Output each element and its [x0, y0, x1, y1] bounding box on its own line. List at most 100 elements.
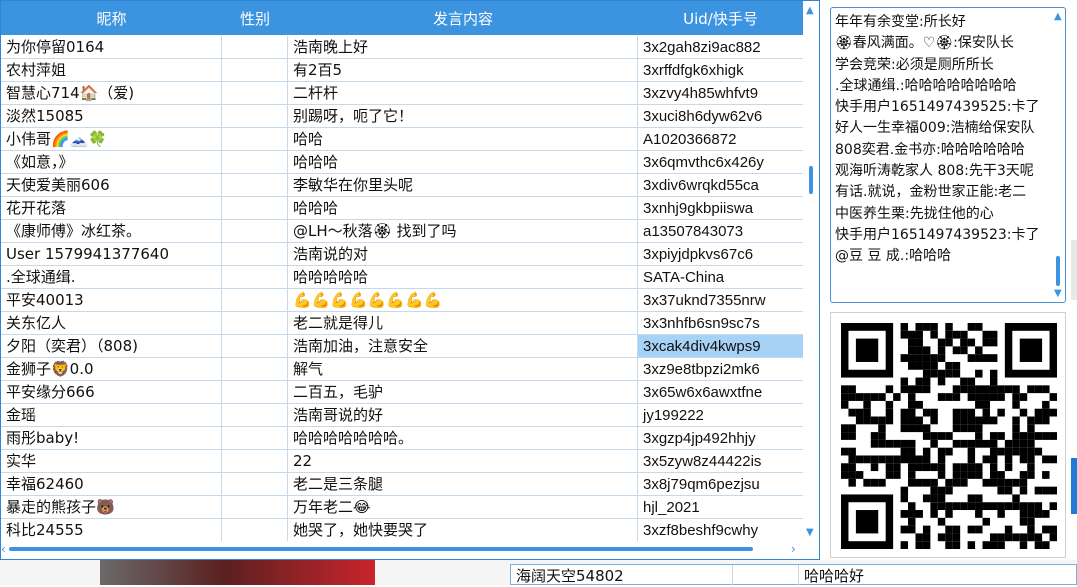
cell-nickname[interactable]: 幸福62460 — [1, 473, 222, 495]
cell-message[interactable]: 浩南哥说的好 — [288, 404, 638, 426]
cell-gender[interactable] — [222, 312, 288, 334]
cell-gender[interactable] — [222, 174, 288, 196]
cell-message[interactable]: 哈哈哈 — [288, 151, 638, 173]
cell-gender[interactable] — [222, 335, 288, 357]
cell-nickname[interactable]: 暴走的熊孩子🐻 — [1, 496, 222, 518]
chevron-down-icon[interactable]: ▼ — [806, 527, 814, 538]
cell-uid[interactable]: 3x65w6x6awxtfne — [638, 381, 803, 403]
cell-nickname[interactable]: 天使爱美丽606 — [1, 174, 222, 196]
cell-message[interactable]: 浩南晚上好 — [288, 36, 638, 58]
cell-nickname[interactable]: 智慧心714🏠（爱) — [1, 82, 222, 104]
cell-gender[interactable] — [222, 128, 288, 150]
cell-gender[interactable] — [222, 289, 288, 311]
cell-message[interactable]: 解气 — [288, 358, 638, 380]
table-row[interactable]: .全球通缉. 哈哈哈哈哈 SATA-China — [1, 266, 803, 289]
cell-nickname[interactable]: 平安40013 — [1, 289, 222, 311]
cell-message[interactable]: 老二是三条腿 — [288, 473, 638, 495]
cell-message[interactable]: 她哭了，她快要哭了 — [288, 519, 638, 541]
cell-gender[interactable] — [222, 519, 288, 541]
cell-uid[interactable]: 3xgzp4jp492hhjy — [638, 427, 803, 449]
scrollbar-thumb[interactable] — [1056, 256, 1060, 286]
cell-nickname[interactable]: 雨彤baby! — [1, 427, 222, 449]
scrollbar-thumb[interactable] — [809, 166, 813, 194]
table-row[interactable]: 为你停留0164 浩南晚上好 3x2gah8zi9ac882 — [1, 36, 803, 59]
chevron-down-icon[interactable]: ▼ — [1054, 288, 1062, 299]
cell-uid[interactable]: 3xpiyjdpkvs67c6 — [638, 243, 803, 265]
table-row[interactable]: 《如意，》 哈哈哈 3x6qmvthc6x426y — [1, 151, 803, 174]
table-row[interactable]: 天使爱美丽606 李敏华在你里头呢 3xdiv6wrqkd55ca — [1, 174, 803, 197]
cell-message[interactable]: @LH～秋落🏵 找到了吗 — [288, 220, 638, 242]
cell-uid[interactable]: 3xuci8h6dyw62v6 — [638, 105, 803, 127]
cell-nickname[interactable]: 实华 — [1, 450, 222, 472]
cell-uid[interactable]: 3x8j79qm6pezjsu — [638, 473, 803, 495]
cell-nickname[interactable]: 夕阳（奕君）（808) — [1, 335, 222, 357]
cell-message[interactable]: 万年老二😂 — [288, 496, 638, 518]
cell-message[interactable]: 李敏华在你里头呢 — [288, 174, 638, 196]
cell-message[interactable]: 哈哈哈哈哈 — [288, 266, 638, 288]
column-header-message[interactable]: 发言内容 — [288, 1, 638, 35]
table-row[interactable]: 夕阳（奕君）（808) 浩南加油，注意安全 3xcak4div4kwps9 — [1, 335, 803, 358]
table-row[interactable]: 《康师傅》冰红茶。 @LH～秋落🏵 找到了吗 a13507843073 — [1, 220, 803, 243]
table-row[interactable]: 幸福62460 老二是三条腿 3x8j79qm6pezjsu — [1, 473, 803, 496]
column-header-gender[interactable]: 性别 — [222, 1, 288, 35]
cell-nickname[interactable]: 《康师傅》冰红茶。 — [1, 220, 222, 242]
cell-nickname[interactable]: 小伟哥🌈🗻🍀 — [1, 128, 222, 150]
table-row[interactable]: User 1579941377640 浩南说的对 3xpiyjdpkvs67c6 — [1, 243, 803, 266]
cell-gender[interactable] — [222, 151, 288, 173]
chevron-left-icon[interactable]: ‹ — [1, 542, 6, 556]
table-row[interactable]: 雨彤baby! 哈哈哈哈哈哈哈。 3xgzp4jp492hhjy — [1, 427, 803, 450]
cell-uid[interactable]: 3xzf8beshf9cwhy — [638, 519, 803, 541]
cell-gender[interactable] — [222, 243, 288, 265]
cell-gender[interactable] — [222, 496, 288, 518]
table-row[interactable]: 淡然15085 别踢呀，呃了它！ 3xuci8h6dyw62v6 — [1, 105, 803, 128]
table-row[interactable]: 暴走的熊孩子🐻 万年老二😂 hjl_2021 — [1, 496, 803, 519]
cell-uid[interactable]: SATA-China — [638, 266, 803, 288]
cell-gender[interactable] — [222, 427, 288, 449]
cell-uid[interactable]: A1020366872 — [638, 128, 803, 150]
table-row[interactable]: 实华 22 3x5zyw8z44422is — [1, 450, 803, 473]
cell-gender[interactable] — [222, 266, 288, 288]
cell-gender[interactable] — [222, 473, 288, 495]
chat-vertical-scrollbar[interactable]: ▲ ▼ — [1051, 8, 1065, 302]
cell-nickname[interactable]: 淡然15085 — [1, 105, 222, 127]
cell-gender[interactable] — [222, 381, 288, 403]
cell-nickname[interactable]: 金狮子🦁0.0 — [1, 358, 222, 380]
cell-uid[interactable]: 3xz9e8tbpzi2mk6 — [638, 358, 803, 380]
cell-gender[interactable] — [222, 36, 288, 58]
table-row[interactable]: 科比24555 她哭了，她快要哭了 3xzf8beshf9cwhy — [1, 519, 803, 541]
chat-feed-box[interactable]: 年年有余变堂:所长好 🏵春风满面。♡🏵:保安队长 学会竞荣:必须是厕所所长 .全球通缉… — [830, 7, 1066, 303]
cell-gender[interactable] — [222, 220, 288, 242]
cell-message[interactable]: 💪💪💪💪💪💪💪💪 — [288, 289, 638, 311]
chevron-up-icon[interactable]: ▲ — [1054, 11, 1062, 22]
cell-gender[interactable] — [222, 82, 288, 104]
scrollbar-thumb[interactable] — [9, 547, 753, 551]
cell-uid[interactable]: 3x2gah8zi9ac882 — [638, 36, 803, 58]
cell-nickname[interactable]: 科比24555 — [1, 519, 222, 541]
cell-nickname[interactable]: 金瑶 — [1, 404, 222, 426]
cell-nickname[interactable]: 平安缘分666 — [1, 381, 222, 403]
cell-nickname[interactable]: 花开花落 — [1, 197, 222, 219]
cell-uid[interactable]: 3x5zyw8z44422is — [638, 450, 803, 472]
table-row[interactable]: 小伟哥🌈🗻🍀 哈哈 A1020366872 — [1, 128, 803, 151]
cell-message[interactable]: 有2百5 — [288, 59, 638, 81]
table-row[interactable]: 平安缘分666 二百五，毛驴 3x65w6x6awxtfne — [1, 381, 803, 404]
cell-message[interactable]: 哈哈哈哈哈哈哈。 — [288, 427, 638, 449]
cell-message[interactable]: 二百五，毛驴 — [288, 381, 638, 403]
cell-gender[interactable] — [222, 197, 288, 219]
cell-message[interactable]: 22 — [288, 450, 638, 472]
chevron-up-icon[interactable]: ▲ — [806, 5, 814, 16]
table-vertical-scrollbar[interactable]: ▲ ▼ — [803, 1, 819, 541]
cell-nickname[interactable]: 农村萍姐 — [1, 59, 222, 81]
cell-gender[interactable] — [222, 404, 288, 426]
table-row[interactable]: 农村萍姐 有2百5 3xrffdfgk6xhigk — [1, 59, 803, 82]
table-row[interactable]: 关东亿人 老二就是得儿 3x3nhfb6sn9sc7s — [1, 312, 803, 335]
cell-uid[interactable]: 3xdiv6wrqkd55ca — [638, 174, 803, 196]
chevron-right-icon[interactable]: › — [791, 542, 796, 556]
cell-uid[interactable]: 3x37uknd7355nrw — [638, 289, 803, 311]
cell-nickname[interactable]: .全球通缉. — [1, 266, 222, 288]
cell-uid[interactable]: 3xzvy4h85whfvt9 — [638, 82, 803, 104]
cell-uid[interactable]: hjl_2021 — [638, 496, 803, 518]
cell-nickname[interactable]: 《如意，》 — [1, 151, 222, 173]
cell-uid[interactable]: jy199222 — [638, 404, 803, 426]
column-header-uid[interactable]: Uid/快手号 — [638, 1, 803, 35]
